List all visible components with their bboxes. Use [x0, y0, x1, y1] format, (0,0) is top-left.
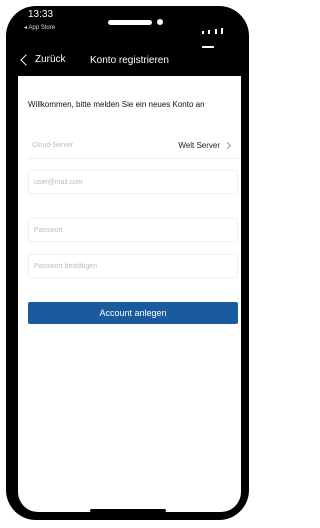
- password-placeholder: Passwort: [34, 227, 63, 234]
- app-screen: [18, 57, 241, 512]
- navigation-bar: Zurück Konto registrieren: [18, 48, 241, 76]
- chevron-left-icon: [20, 53, 32, 66]
- password-field[interactable]: Passwort: [28, 218, 238, 242]
- email-field[interactable]: user@mail.com: [28, 170, 238, 194]
- back-label: Zurück: [35, 54, 66, 65]
- back-button[interactable]: Zurück: [20, 53, 66, 66]
- password-confirm-field[interactable]: Passwort bestätigen: [28, 254, 238, 278]
- email-placeholder: user@mail.com: [34, 179, 83, 186]
- password-confirm-placeholder: Passwort bestätigen: [34, 263, 98, 270]
- status-time: 13:33: [28, 9, 54, 20]
- home-indicator: [90, 509, 166, 512]
- signal-wifi-battery-icon: [202, 21, 232, 52]
- welcome-text: Willkommen, bitte melden Sie ein neues K…: [28, 100, 205, 109]
- camera-dot: [157, 19, 163, 25]
- page-title: Konto registrieren: [90, 55, 169, 66]
- cloud-server-value: Welt Server: [178, 141, 220, 150]
- chevron-right-icon: [223, 141, 232, 150]
- dynamic-island: [108, 20, 152, 25]
- create-account-button[interactable]: Account anlegen: [28, 302, 238, 324]
- cloud-server-select[interactable]: Cloud-Server Welt Server: [28, 134, 238, 159]
- app-store-back-link[interactable]: ◂ App Store: [24, 24, 55, 31]
- cloud-server-label: Cloud-Server: [32, 142, 74, 149]
